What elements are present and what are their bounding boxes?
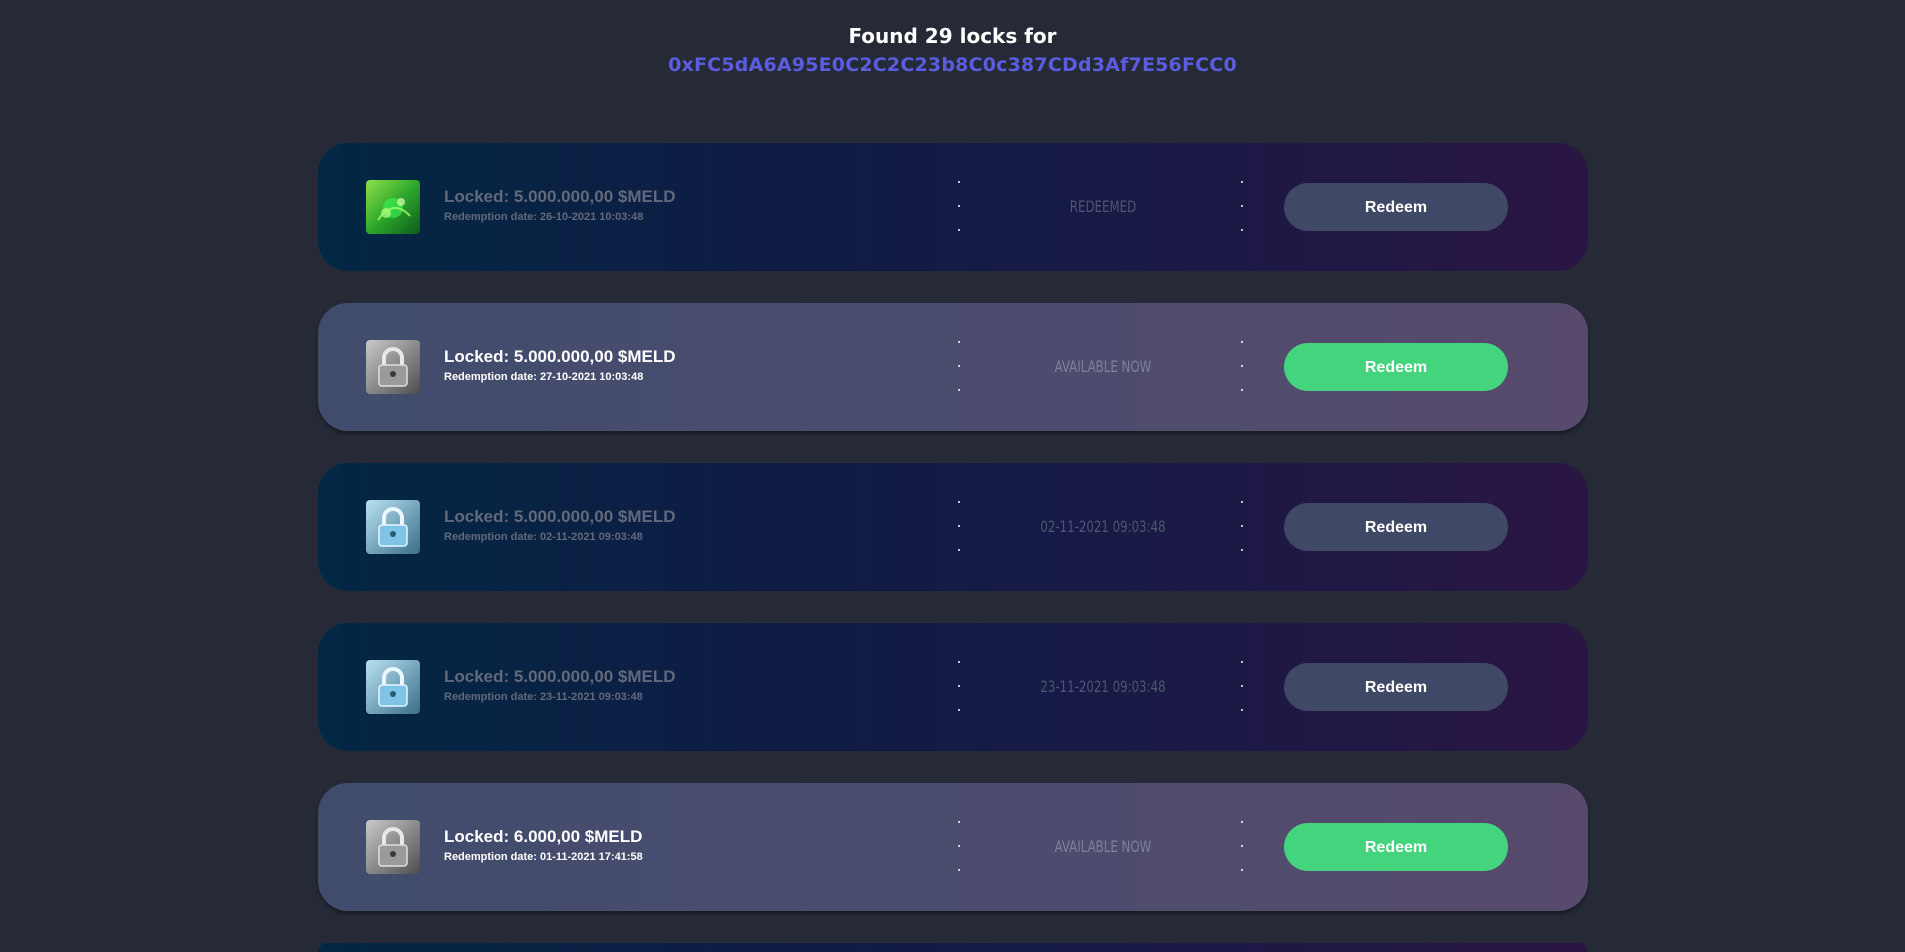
- lock-card: Locked: 5.000.000,00 $MELD Redemption da…: [318, 463, 1588, 591]
- blue-padlock-icon: [366, 500, 420, 554]
- divider: [1240, 341, 1244, 393]
- padlock-icon: [366, 820, 420, 874]
- lock-status: AVAILABLE NOW: [1054, 357, 1152, 376]
- redeem-button[interactable]: Redeem: [1284, 663, 1508, 711]
- divider: [957, 341, 961, 393]
- blue-padlock-icon: [366, 660, 420, 714]
- redeem-button[interactable]: Redeem: [1284, 823, 1508, 871]
- green-meld-token-icon: [366, 180, 420, 234]
- divider: [1240, 181, 1244, 233]
- page-title: Found 29 locks for: [848, 24, 1057, 48]
- divider: [957, 501, 961, 553]
- divider: [1240, 821, 1244, 873]
- divider: [1240, 501, 1244, 553]
- padlock-icon: [366, 340, 420, 394]
- lock-card: Locked: 5.000.000,00 $MELD Redemption da…: [318, 303, 1588, 431]
- lock-card: Locked: 6.000,00 $MELD Redemption date: …: [318, 783, 1588, 911]
- redemption-date: Redemption date: 26-10-2021 10:03:48: [444, 211, 644, 223]
- locked-amount: Locked: 5.000.000,00 $MELD: [444, 667, 676, 686]
- lock-card: Locked: 5.000.000,00 $MELD Redemption da…: [318, 623, 1588, 751]
- redemption-date: Redemption date: 01-11-2021 17:41:58: [444, 851, 643, 863]
- lock-status: REDEEMED: [1069, 197, 1137, 216]
- divider: [957, 181, 961, 233]
- locked-amount: Locked: 5.000.000,00 $MELD: [444, 347, 676, 366]
- divider: [1240, 661, 1244, 713]
- lock-status: 02-11-2021 09:03:48: [1040, 517, 1166, 536]
- divider: [957, 661, 961, 713]
- lock-status: AVAILABLE NOW: [1054, 837, 1152, 856]
- redemption-date: Redemption date: 02-11-2021 09:03:48: [444, 531, 643, 543]
- redemption-date: Redemption date: 23-11-2021 09:03:48: [444, 691, 643, 703]
- lock-status: 23-11-2021 09:03:48: [1040, 677, 1166, 696]
- lock-card: Locked: 5.000.000,00 $MELD Redemption da…: [318, 143, 1588, 271]
- locked-amount: Locked: 5.000.000,00 $MELD: [444, 507, 676, 526]
- locked-amount: Locked: 6.000,00 $MELD: [444, 827, 643, 846]
- divider: [957, 821, 961, 873]
- redeem-button[interactable]: Redeem: [1284, 503, 1508, 551]
- redeem-button[interactable]: Redeem: [1284, 343, 1508, 391]
- page-header: Found 29 locks for 0xFC5dA6A95E0C2C2C23b…: [0, 22, 1905, 79]
- locked-amount: Locked: 5.000.000,00 $MELD: [444, 187, 676, 206]
- wallet-address: 0xFC5dA6A95E0C2C2C23b8C0c387CDd3Af7E56FC…: [668, 54, 1237, 76]
- redeem-button[interactable]: Redeem: [1284, 183, 1508, 231]
- lock-card-partial: [318, 943, 1588, 952]
- redemption-date: Redemption date: 27-10-2021 10:03:48: [444, 371, 644, 383]
